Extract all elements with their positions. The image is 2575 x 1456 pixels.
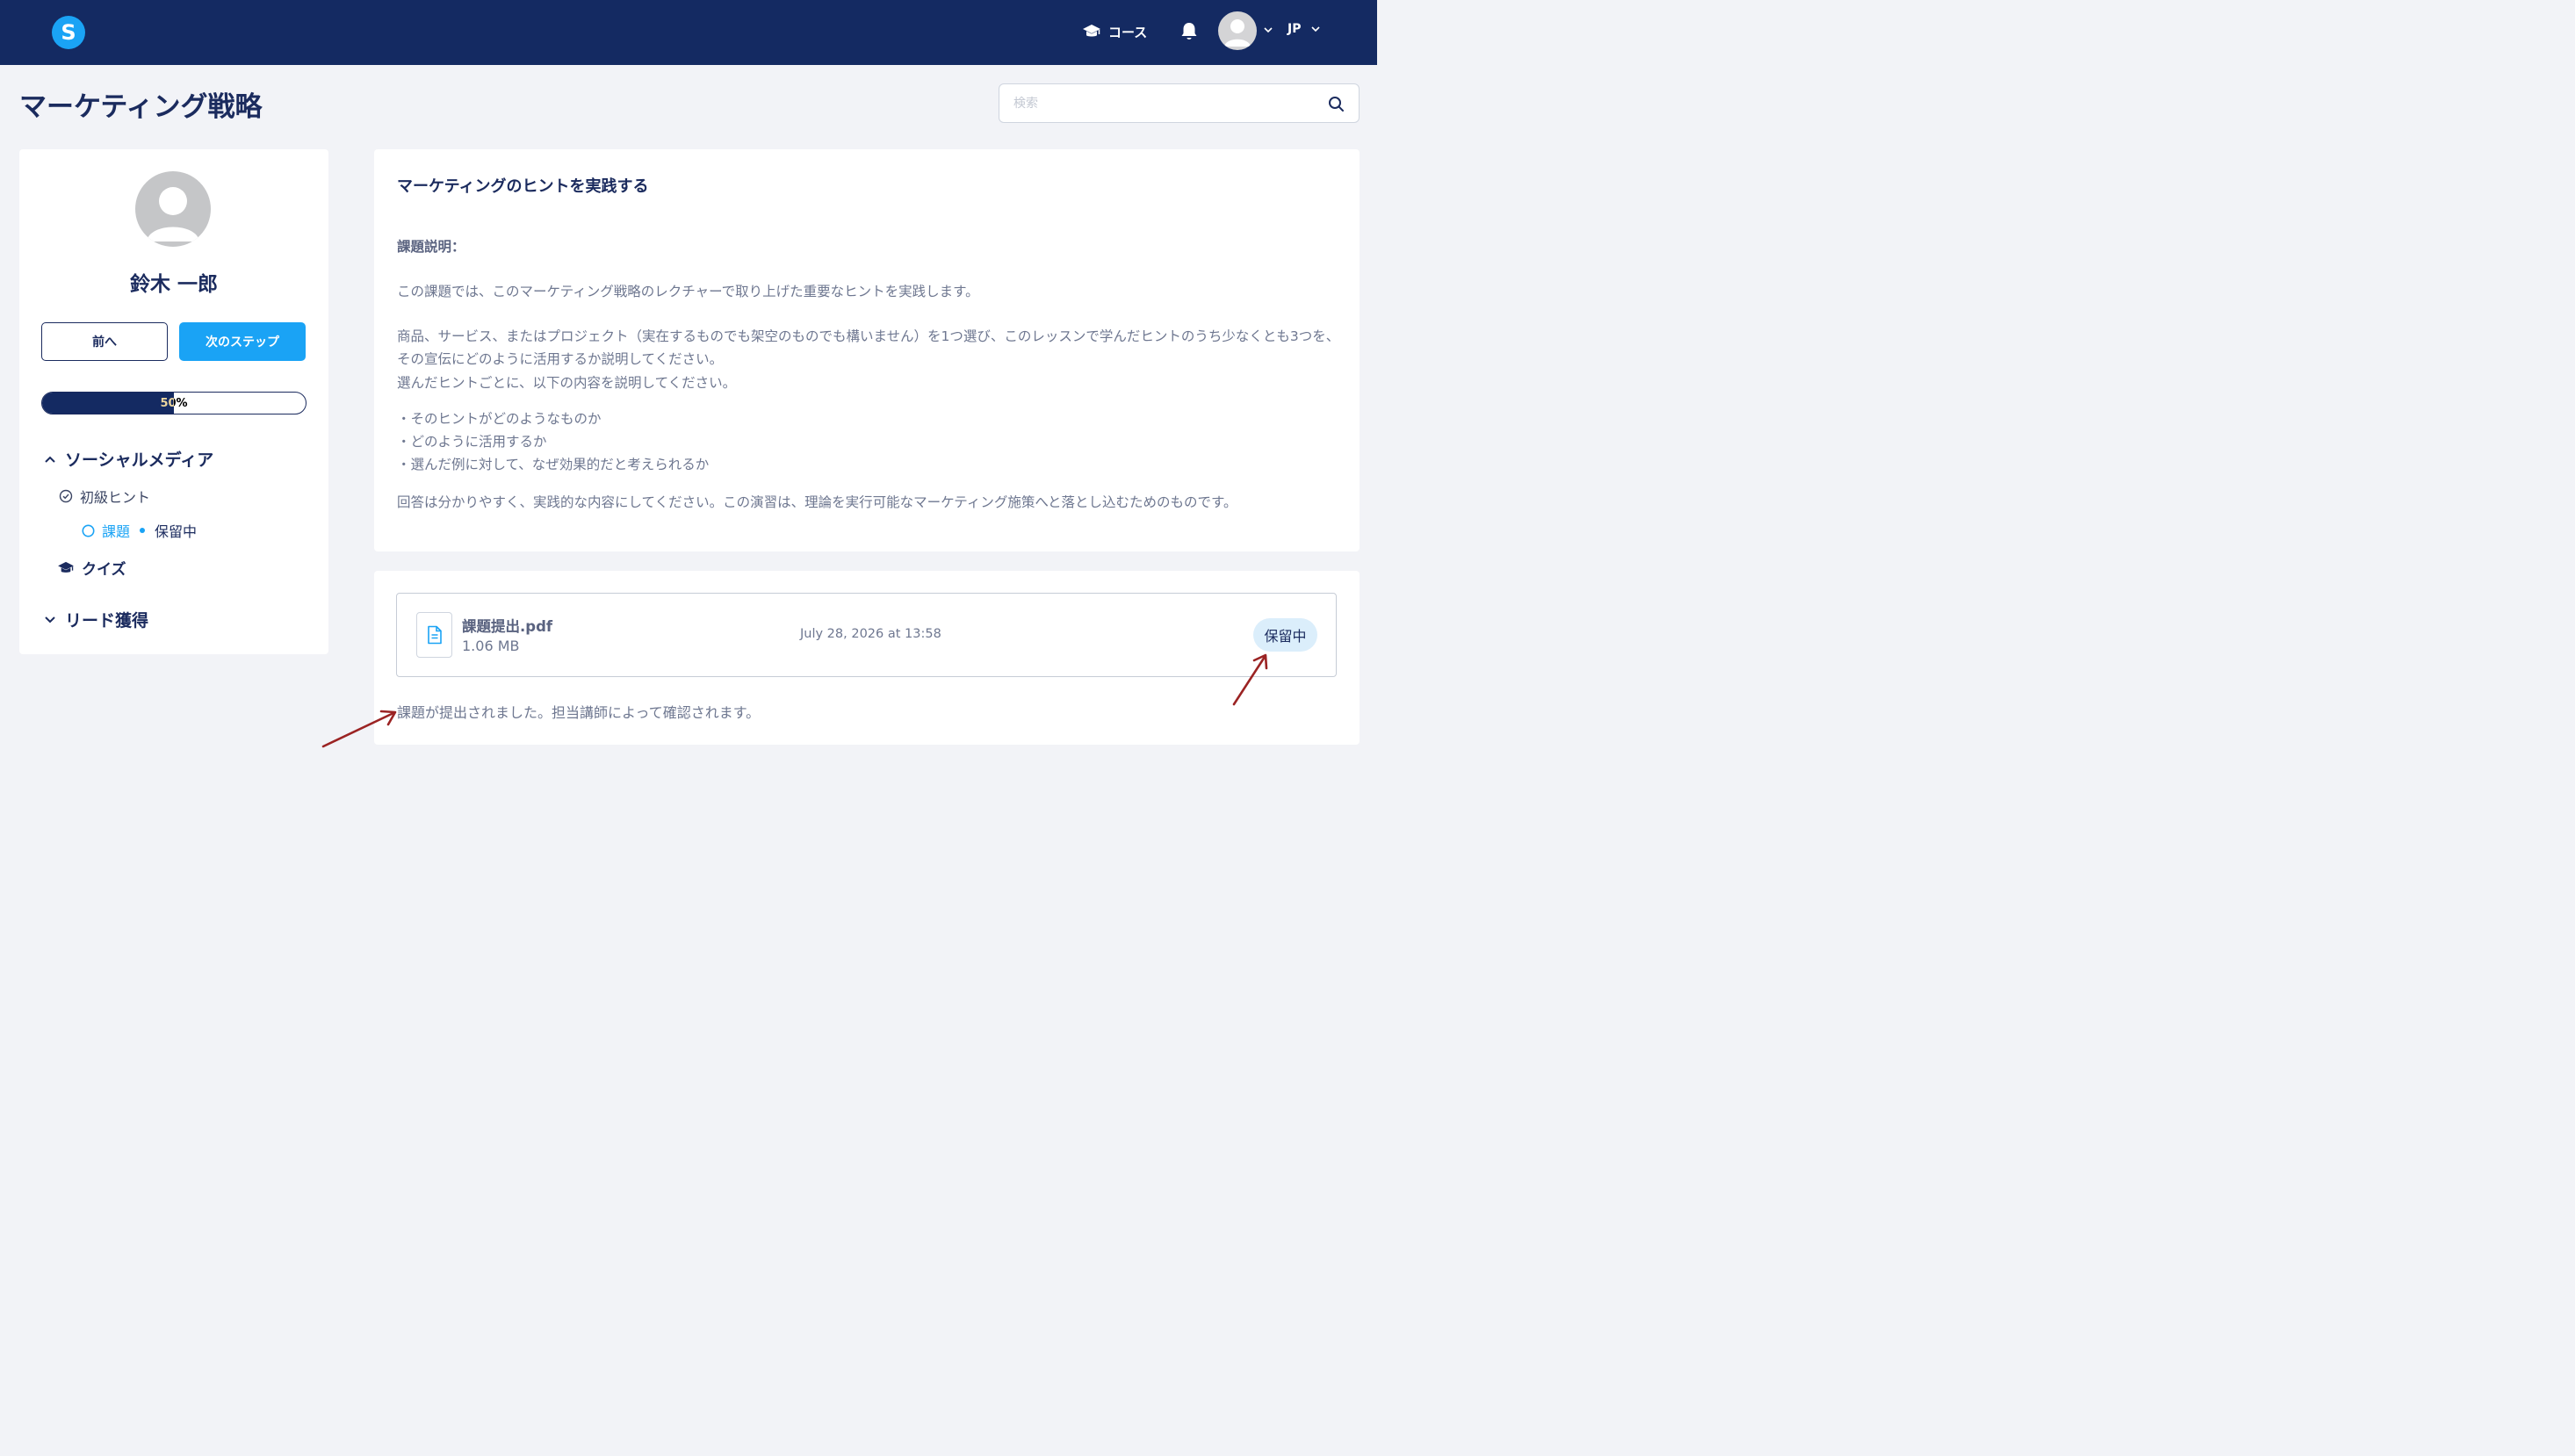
assignment-card: マーケティングのヒントを実践する 課題説明： この課題では、このマーケティング戦…	[374, 149, 1360, 551]
check-circle-icon	[59, 489, 73, 503]
chevron-down-icon	[1311, 26, 1321, 32]
user-avatar-icon	[147, 187, 199, 241]
chevron-down-icon	[45, 616, 55, 623]
courses-nav-link[interactable]: コース	[1082, 20, 1147, 43]
chevron-down-icon[interactable]	[1262, 24, 1274, 36]
bell-icon[interactable]	[1179, 21, 1199, 42]
assignment-heading: 課題説明：	[397, 239, 465, 255]
user-avatar-icon	[1224, 19, 1251, 47]
section-social-media[interactable]: ソーシャルメディア	[44, 447, 213, 471]
graduation-cap-icon	[58, 561, 74, 573]
annotation-arrow	[321, 710, 397, 748]
search-input[interactable]	[1013, 93, 1312, 114]
lesson-item-basic-tips[interactable]: 初級ヒント	[59, 486, 150, 507]
language-selector[interactable]: JP	[1288, 22, 1322, 36]
previous-button[interactable]: 前へ	[41, 322, 168, 361]
progress-bar: 50%	[41, 392, 307, 414]
status-dot	[140, 528, 146, 533]
assignment-paragraph: 回答は分かりやすく、実践的な内容にしてください。この演習は、理論を実行可能なマー…	[397, 494, 1237, 510]
list-item: ・選んだ例に対して、なぜ効果的だと考えられるか	[397, 457, 710, 472]
assignment-paragraph: 商品、サービス、またはプロジェクト（実在するものでも架空のものでも構いません）を…	[397, 328, 1340, 367]
profile-avatar	[135, 171, 211, 247]
lesson-item-assignment[interactable]: 課題 保留中	[82, 520, 197, 541]
course-sidebar: 鈴木 一郎 前へ 次のステップ 50% ソーシャルメディア 初級ヒント 課題 保…	[19, 149, 328, 654]
annotation-arrow	[1232, 653, 1268, 706]
courses-label: コース	[1108, 24, 1148, 40]
list-item: ・どのように活用するか	[397, 434, 547, 450]
next-step-button[interactable]: 次のステップ	[179, 322, 306, 361]
submission-note: 課題が提出されました。担当講師によって確認されます。	[397, 704, 761, 721]
section-title: クイズ	[82, 561, 126, 579]
progress-label: 50%	[160, 396, 188, 410]
top-navigation-bar: S コース JP	[0, 0, 1377, 65]
user-avatar-button[interactable]	[1218, 11, 1257, 50]
file-thumbnail[interactable]	[416, 612, 452, 658]
search-icon[interactable]	[1328, 96, 1345, 112]
logo[interactable]: S	[52, 16, 85, 49]
circle-icon	[82, 524, 95, 537]
document-icon	[427, 625, 442, 645]
file-name[interactable]: 課題提出.pdf	[462, 615, 552, 636]
submitted-file: 課題提出.pdf 1.06 MB July 28, 2026 at 13:58 …	[396, 593, 1337, 677]
assignment-paragraph: この課題では、このマーケティング戦略のレクチャーで取り上げた重要なヒントを実践し…	[397, 284, 979, 299]
section-title: リード獲得	[65, 611, 149, 631]
section-lead-generation[interactable]: リード獲得	[44, 608, 148, 631]
chevron-up-icon	[45, 456, 55, 463]
assignment-bullet-list: ・そのヒントがどのようなものか ・どのように活用するか ・選んだ例に対して、なぜ…	[397, 407, 1341, 476]
list-item: ・そのヒントがどのようなものか	[397, 411, 602, 427]
lesson-item-status: 保留中	[155, 523, 198, 540]
assignment-paragraph: 選んだヒントごとに、以下の内容を説明してください。	[397, 375, 737, 391]
lesson-item-label: 課題	[102, 523, 131, 540]
search-box	[999, 83, 1360, 123]
profile-name: 鈴木 一郎	[129, 273, 218, 296]
graduation-cap-icon	[1083, 25, 1100, 37]
file-size: 1.06 MB	[462, 638, 520, 654]
submission-date: July 28, 2026 at 13:58	[800, 627, 941, 641]
assignment-title: マーケティングのヒントを実践する	[397, 177, 649, 196]
submission-card: 課題提出.pdf 1.06 MB July 28, 2026 at 13:58 …	[374, 571, 1360, 745]
section-title: ソーシャルメディア	[65, 450, 214, 470]
page-title: マーケティング戦略	[19, 91, 263, 123]
lesson-item-label: 初級ヒント	[80, 489, 151, 506]
status-badge: 保留中	[1253, 618, 1317, 652]
language-label: JP	[1288, 22, 1302, 36]
section-quiz[interactable]: クイズ	[57, 557, 126, 579]
